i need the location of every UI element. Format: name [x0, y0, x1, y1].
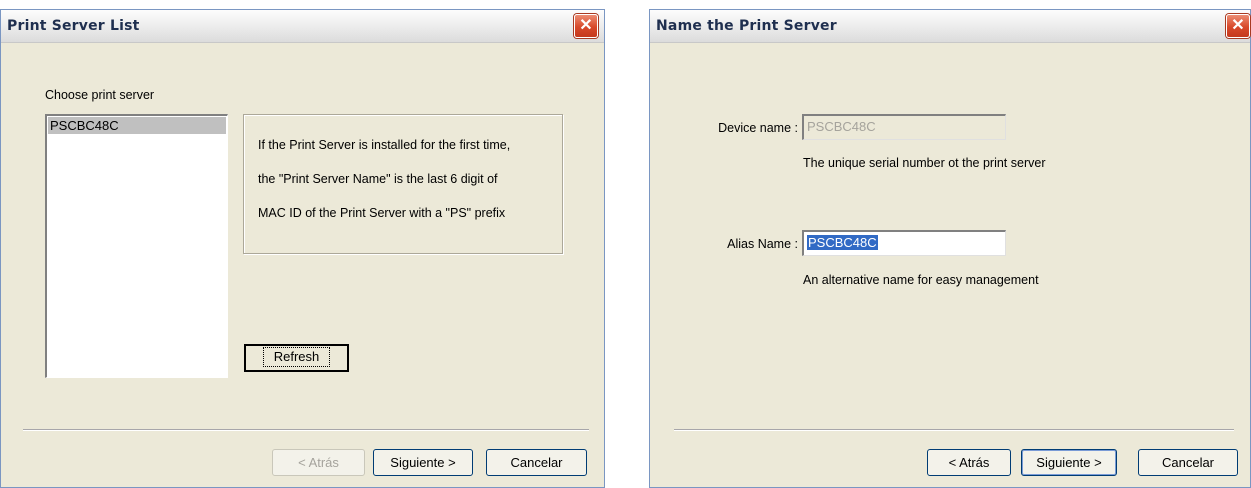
back-button[interactable]: < Atrás [927, 449, 1011, 476]
alias-name-label: Alias Name : [727, 237, 798, 251]
alias-name-value: PSCBC48C [807, 235, 878, 250]
info-line: If the Print Server is installed for the… [258, 138, 511, 152]
alias-name-hint: An alternative name for easy management [803, 273, 1039, 287]
device-name-label: Device name : [718, 121, 798, 135]
device-name-hint: The unique serial number ot the print se… [803, 156, 1046, 170]
info-box: If the Print Server is installed for the… [243, 114, 563, 254]
next-button[interactable]: Siguiente > [1021, 449, 1117, 476]
alias-name-input[interactable]: PSCBC48C [802, 230, 1006, 256]
back-button[interactable]: < Atrás [272, 449, 365, 476]
refresh-button[interactable]: Refresh [244, 344, 349, 372]
title-bar[interactable]: Name the Print Server ✕ [650, 10, 1250, 43]
print-server-list-dialog: Print Server List ✕ Choose print server … [0, 9, 605, 488]
info-line: MAC ID of the Print Server with a "PS" p… [258, 206, 506, 220]
dialog-title: Print Server List [7, 18, 140, 34]
divider [23, 429, 589, 431]
cancel-button[interactable]: Cancelar [1138, 449, 1238, 476]
title-bar[interactable]: Print Server List ✕ [1, 10, 604, 43]
list-item[interactable]: PSCBC48C [48, 117, 226, 134]
device-name-field: PSCBC48C [802, 114, 1006, 140]
refresh-button-label: Refresh [262, 347, 331, 367]
choose-print-server-label: Choose print server [45, 88, 155, 102]
cancel-button[interactable]: Cancelar [486, 449, 587, 476]
close-icon[interactable]: ✕ [574, 14, 598, 38]
close-icon[interactable]: ✕ [1226, 14, 1250, 38]
dialog-title: Name the Print Server [656, 18, 837, 34]
name-print-server-dialog: Name the Print Server ✕ Device name : PS… [649, 9, 1251, 488]
info-line: the "Print Server Name" is the last 6 di… [258, 172, 498, 186]
print-server-listbox[interactable]: PSCBC48C [45, 114, 228, 378]
divider [674, 429, 1234, 431]
next-button[interactable]: Siguiente > [373, 449, 473, 476]
